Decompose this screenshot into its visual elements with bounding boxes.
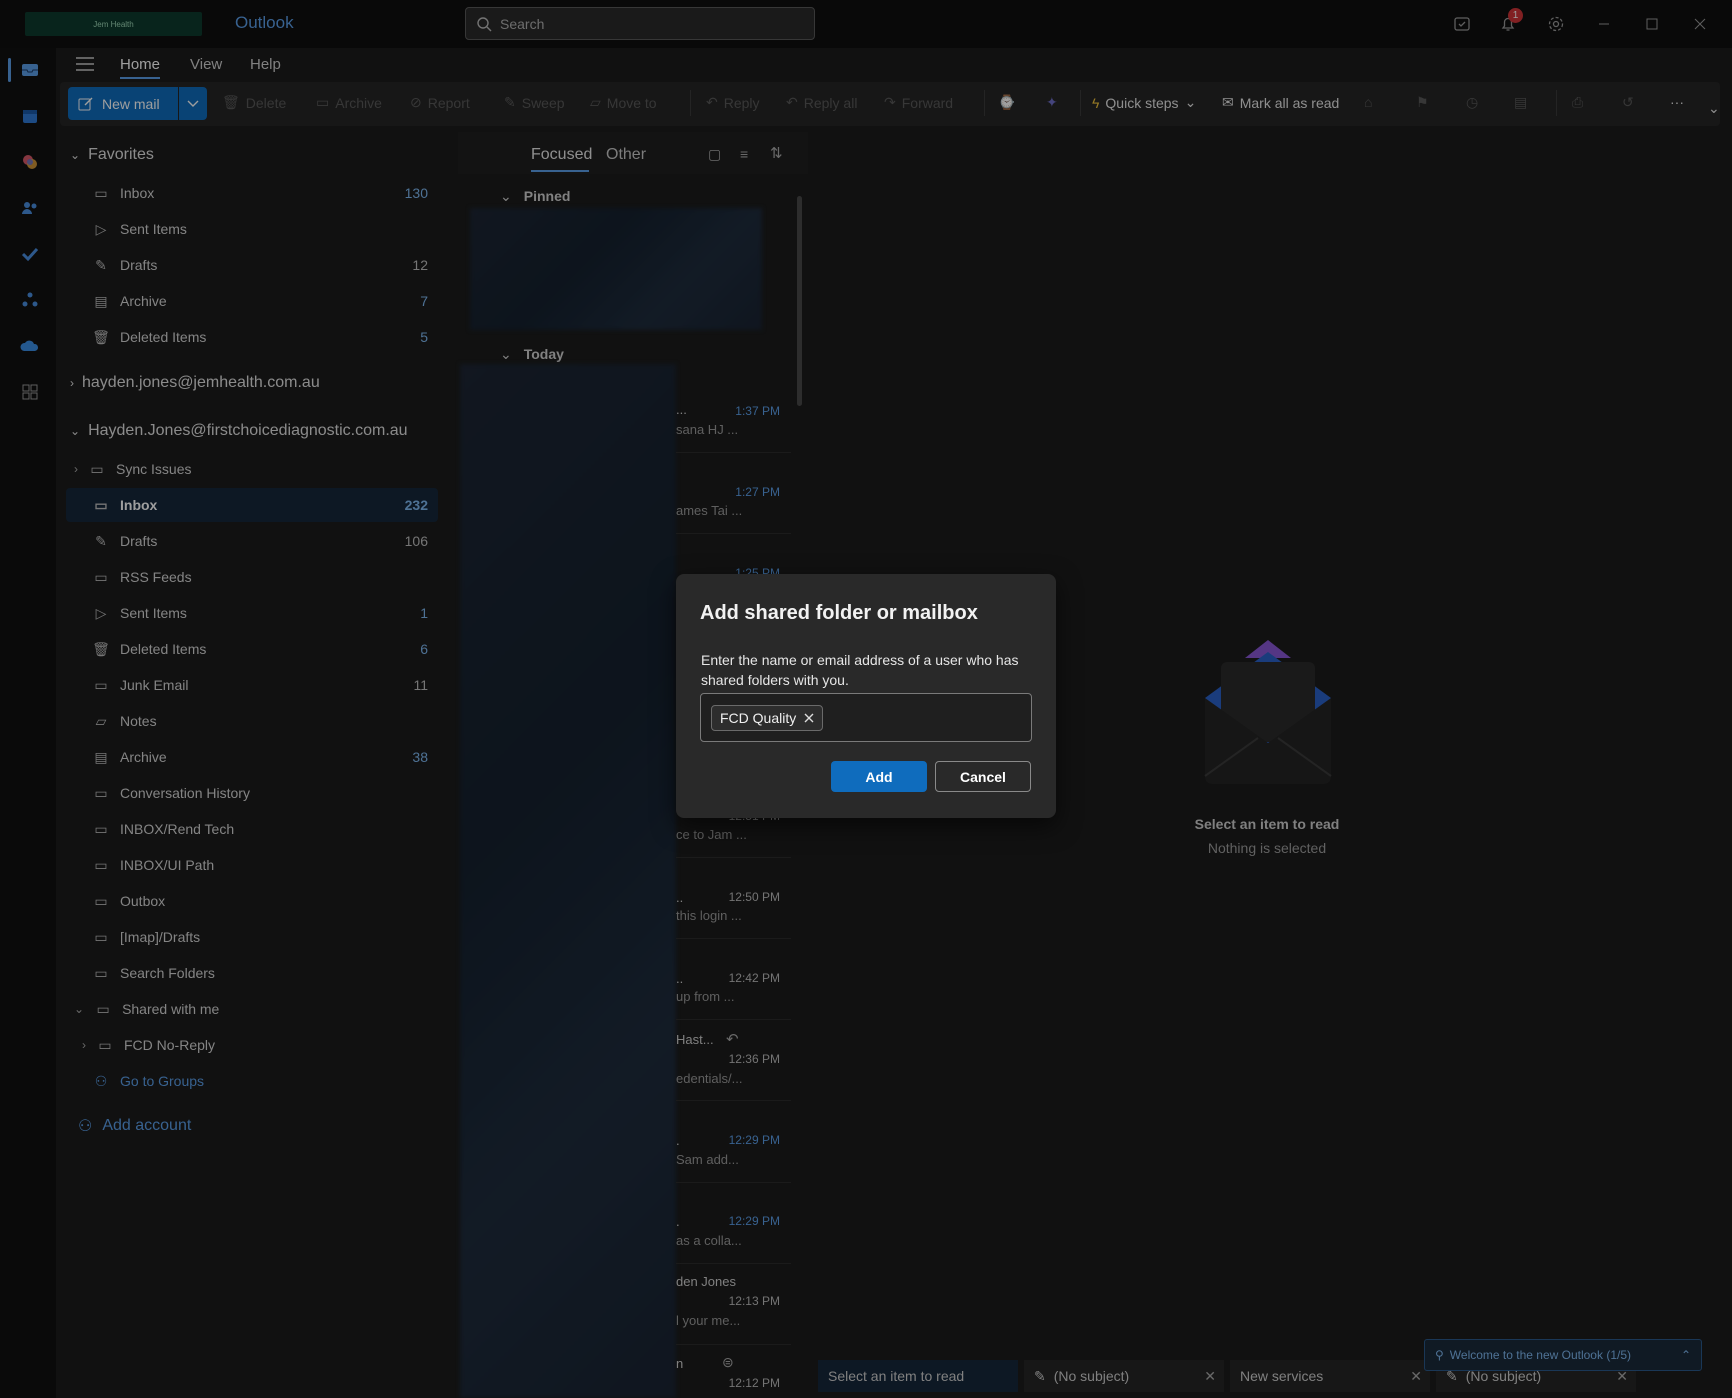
close-icon[interactable] (804, 713, 814, 723)
add-button[interactable]: Add (831, 761, 927, 792)
dialog-description: Enter the name or email address of a use… (701, 652, 1019, 688)
recipient-input[interactable]: FCD Quality (700, 693, 1032, 742)
cancel-button[interactable]: Cancel (935, 761, 1031, 792)
dialog-title: Add shared folder or mailbox (700, 602, 978, 624)
recipient-chip[interactable]: FCD Quality (711, 704, 824, 731)
